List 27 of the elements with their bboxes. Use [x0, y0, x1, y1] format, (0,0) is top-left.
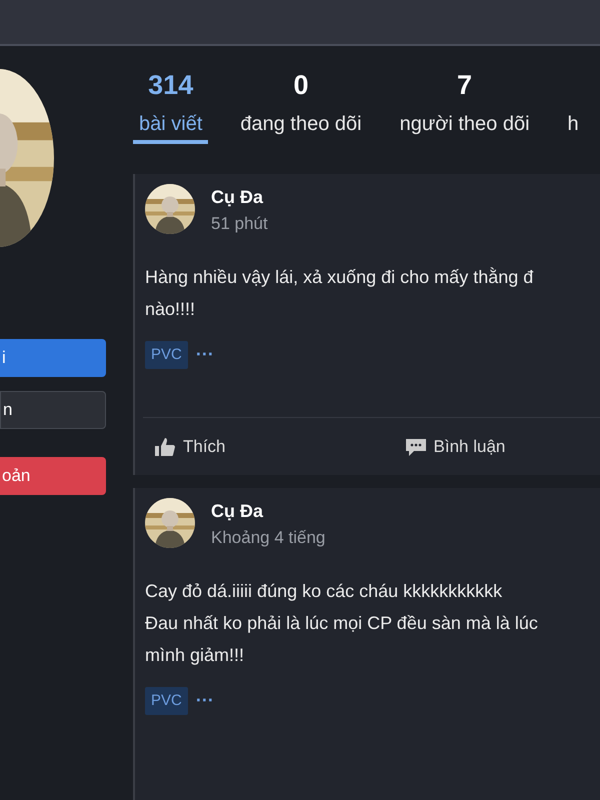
more-button[interactable]: ··· [196, 341, 214, 368]
post-text: Hàng nhiều vậy lái, xả xuống đi cho mấy thằng đ [145, 266, 534, 289]
like-button[interactable]: Thích [155, 434, 226, 460]
more-button[interactable]: ··· [196, 687, 214, 714]
post-time: 51 phút [211, 213, 268, 235]
post-text: nào!!!! [145, 298, 196, 320]
stat-count: 7 [456, 69, 474, 102]
stat-tab[interactable]: h [562, 108, 585, 140]
post-time: Khoảng 4 tiếng [211, 527, 326, 549]
secondary-button[interactable]: n [0, 391, 106, 429]
post-text: Đau nhất ko phải là lúc mọi CP đều sàn mà là lúc [145, 612, 539, 635]
stat-count: 314 [147, 69, 194, 102]
author-name[interactable]: Cụ Đa [211, 184, 268, 211]
comment-button[interactable]: Bình luận [406, 434, 506, 460]
stat-tab[interactable]: bài viết [133, 108, 208, 144]
tag[interactable]: PVC [145, 340, 188, 369]
thumbs-up-icon [155, 438, 175, 456]
comment-icon [406, 436, 426, 456]
post-text: Cay đỏ dá.iiiii đúng ko các cháu kkkkkkkkkkk [145, 580, 504, 603]
primary-button[interactable]: i [0, 339, 106, 377]
danger-button[interactable]: oản [0, 457, 106, 495]
stat-count: 0 [292, 69, 310, 102]
author-name[interactable]: Cụ Đa [211, 498, 326, 525]
stat-tab[interactable]: người theo dõi [394, 108, 536, 140]
post-text: mình giảm!!! [145, 644, 246, 667]
tag[interactable]: PVC [145, 686, 188, 715]
stat-tab[interactable]: đang theo dõi [234, 108, 368, 140]
